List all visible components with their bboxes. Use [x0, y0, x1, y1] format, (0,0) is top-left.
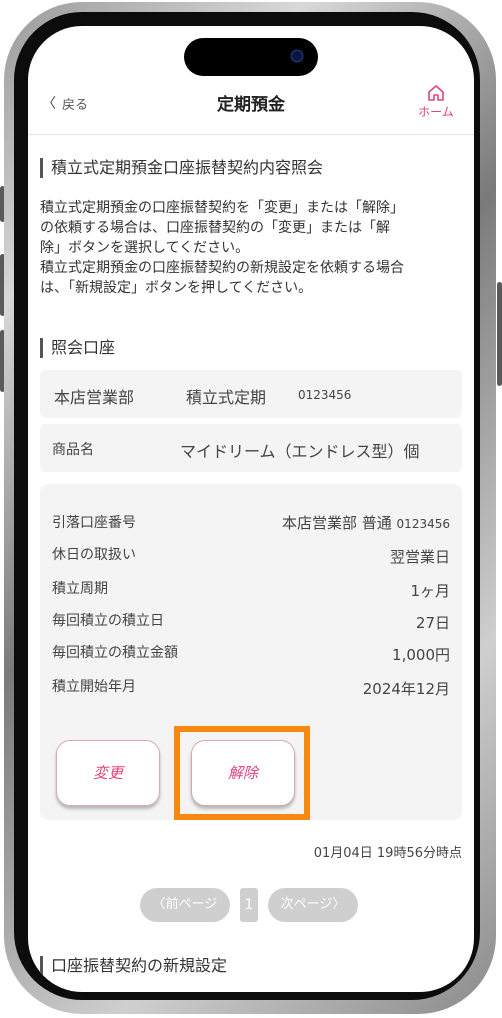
detail-label: 休日の取扱い: [52, 547, 136, 563]
detail-label: 積立周期: [52, 581, 108, 597]
account-card: 本店営業部 積立式定期 0123456 商品名 マイドリーム（エンドレス型）個: [40, 370, 462, 472]
product-label: 商品名: [52, 442, 94, 458]
instructions-line: は、「新規設定」ボタンを押してください。: [40, 280, 313, 296]
dynamic-island: [184, 38, 318, 76]
product-name: マイドリーム（エンドレス型）個: [180, 442, 420, 461]
section-title-contract-inquiry: 積立式定期預金口座振替契約内容照会: [40, 158, 323, 178]
detail-label: 毎回積立の積立金額: [52, 645, 178, 661]
account-number: 0123456: [298, 388, 352, 402]
instructions-text: 積立式定期預金の口座振替契約を「変更」または「解除」 の依頼する場合は、口座振替…: [40, 198, 464, 298]
section-title-account: 照会口座: [40, 338, 115, 358]
section-title-new-setup: 口座振替契約の新規設定: [40, 956, 227, 976]
change-button[interactable]: 変更: [56, 740, 160, 806]
detail-value: 27日: [415, 614, 450, 632]
detail-value: 本店営業部 普通 0123456: [282, 512, 450, 533]
debit-account-number: 0123456: [396, 517, 450, 531]
prev-page-button[interactable]: 〈前ページ: [140, 888, 230, 922]
instructions-line: 積立式定期預金の口座振替契約を「変更」または「解除」: [40, 200, 404, 216]
screen: 〈 戻る 定期預金 ホーム 積立式定期預金口座振替契約内容照会 積立式定期預金の…: [28, 26, 474, 992]
product-row: 商品名 マイドリーム（エンドレス型）個: [40, 424, 462, 472]
next-page-button[interactable]: 次ページ〉: [268, 888, 358, 922]
highlight-box: [174, 726, 310, 820]
detail-value: 2024年12月: [362, 680, 450, 698]
app-header: 〈 戻る 定期預金 ホーム: [28, 78, 474, 135]
instructions-line: 積立式定期預金の口座振替契約の新規設定を依頼する場合: [40, 260, 404, 276]
power-button: [497, 282, 502, 386]
page-title: 定期預金: [217, 95, 285, 115]
detail-label: 引落口座番号: [52, 515, 136, 531]
home-button[interactable]: ホーム: [414, 84, 458, 120]
instructions-line: の依頼する場合は、口座振替契約の「変更」または「解: [40, 220, 390, 236]
home-icon: [428, 85, 444, 101]
account-type: 積立式定期: [186, 388, 267, 407]
detail-value: 1ヶ月: [410, 582, 450, 600]
account-row: 本店営業部 積立式定期 0123456: [40, 370, 462, 418]
instructions-line: 除」ボタンを選択してください。: [40, 240, 250, 256]
detail-value: 1,000円: [392, 646, 450, 664]
account-branch: 本店営業部: [54, 388, 135, 407]
camera-icon: [292, 51, 302, 61]
home-label: ホーム: [418, 105, 454, 119]
debit-branch: 本店営業部 普通: [281, 514, 392, 532]
page-number[interactable]: 1: [240, 888, 258, 922]
detail-label: 積立開始年月: [52, 679, 136, 695]
as-of-timestamp: 01月04日 19時56分時点: [313, 846, 462, 861]
detail-label: 毎回積立の積立日: [52, 613, 164, 629]
detail-value: 翌営業日: [389, 548, 450, 566]
